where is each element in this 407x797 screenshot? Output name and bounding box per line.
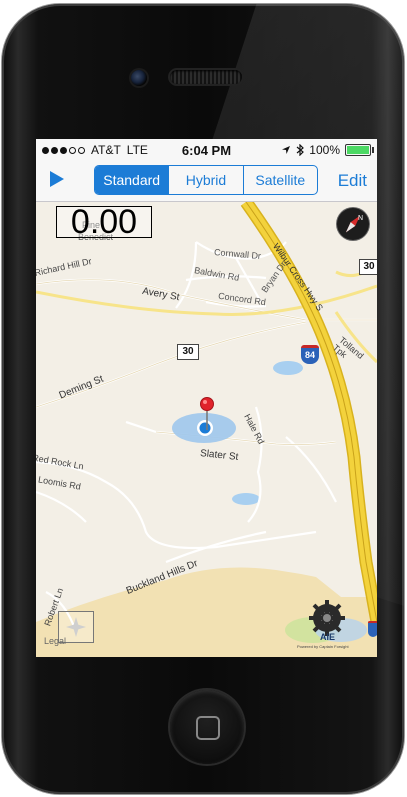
map-view[interactable]: Cornwall Dr Baldwin Rd Bryan Dr Concord …	[36, 202, 377, 657]
map-pin-icon	[200, 397, 214, 411]
screen: AT&T LTE 6:04 PM 100% Standard Hybrid Sa…	[36, 139, 377, 657]
speaker-grille	[170, 70, 242, 84]
status-bar: AT&T LTE 6:04 PM 100%	[36, 139, 377, 161]
logo-text: AIE	[320, 632, 336, 642]
home-square-icon	[196, 716, 220, 740]
svg-text:N: N	[358, 215, 363, 222]
home-button[interactable]	[170, 690, 244, 764]
map-type-standard[interactable]: Standard	[95, 166, 169, 194]
location-arrow-icon	[282, 146, 291, 154]
battery-fill	[347, 146, 369, 154]
bluetooth-icon	[296, 144, 305, 156]
route-shield: 30	[177, 344, 199, 360]
compass-icon[interactable]: N	[337, 208, 369, 240]
edit-button[interactable]: Edit	[338, 171, 367, 191]
battery-percent: 100%	[309, 143, 340, 157]
nav-bar: Standard Hybrid Satellite Edit	[36, 161, 377, 202]
pond	[232, 493, 260, 505]
timer-display: 0.00	[56, 205, 152, 239]
map-type-satellite[interactable]: Satellite	[242, 166, 317, 194]
legal-link[interactable]: Legal	[44, 636, 66, 646]
play-icon[interactable]	[50, 171, 64, 187]
pond	[273, 361, 303, 375]
route-shield: 30	[359, 259, 377, 275]
battery-icon	[345, 144, 374, 156]
user-location-dot	[199, 422, 211, 434]
map-type-segmented-control[interactable]: Standard Hybrid Satellite	[94, 165, 318, 195]
camera-icon	[131, 70, 147, 86]
interstate-shield: 84	[301, 345, 319, 364]
app-logo: AIE Powered by Captain Forsight	[283, 596, 371, 654]
logo-subtext: Powered by Captain Forsight	[297, 644, 349, 649]
map-type-hybrid[interactable]: Hybrid	[168, 166, 242, 194]
